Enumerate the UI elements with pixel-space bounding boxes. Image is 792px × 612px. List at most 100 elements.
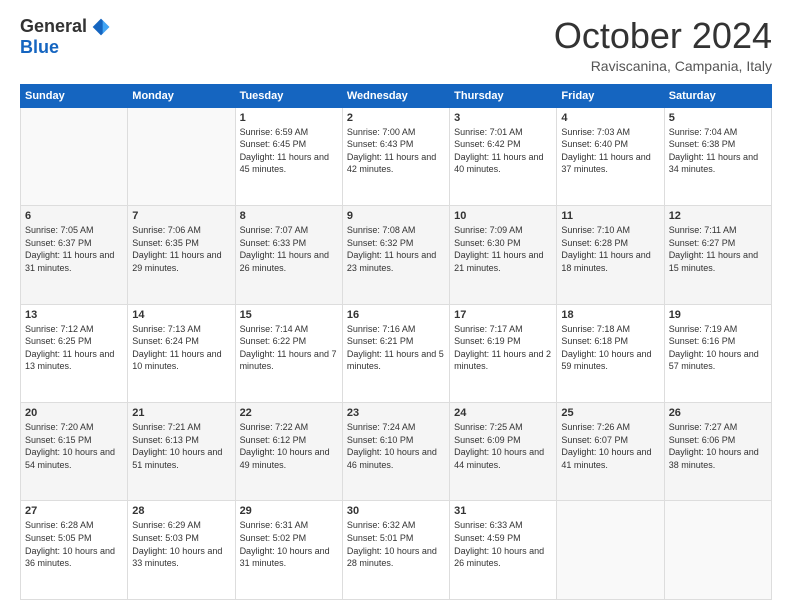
- calendar-cell: [128, 107, 235, 205]
- calendar-cell: 20 Sunrise: 7:20 AM Sunset: 6:15 PM Dayli…: [21, 403, 128, 501]
- day-number: 15: [240, 309, 338, 321]
- calendar-cell: 22 Sunrise: 7:22 AM Sunset: 6:12 PM Dayli…: [235, 403, 342, 501]
- calendar-cell: 10Sunrise: 7:09 AM Sunset: 6:30 PM Dayli…: [450, 206, 557, 304]
- day-number: 9: [347, 210, 445, 222]
- day-info: Sunrise: 7:05 AM Sunset: 6:37 PM Dayligh…: [25, 224, 123, 274]
- calendar-week-row: 27 Sunrise: 6:28 AM Sunset: 5:05 PM Dayli…: [21, 501, 772, 600]
- day-number: 30: [347, 505, 445, 517]
- calendar-week-row: 6 Sunrise: 7:05 AM Sunset: 6:37 PM Daylig…: [21, 206, 772, 304]
- logo: General Blue: [20, 16, 111, 58]
- calendar-cell: 12Sunrise: 7:11 AM Sunset: 6:27 PM Dayli…: [664, 206, 771, 304]
- calendar-week-row: 20 Sunrise: 7:20 AM Sunset: 6:15 PM Dayli…: [21, 403, 772, 501]
- day-info: Sunrise: 7:07 AM Sunset: 6:33 PM Dayligh…: [240, 224, 338, 274]
- calendar-cell: 28 Sunrise: 6:29 AM Sunset: 5:03 PM Dayli…: [128, 501, 235, 600]
- day-number: 8: [240, 210, 338, 222]
- day-number: 24: [454, 407, 552, 419]
- day-info: Sunrise: 6:33 AM Sunset: 4:59 PM Dayligh…: [454, 519, 552, 569]
- calendar-cell: 5Sunrise: 7:04 AM Sunset: 6:38 PM Daylig…: [664, 107, 771, 205]
- day-info: Sunrise: 7:21 AM Sunset: 6:13 PM Dayligh…: [132, 421, 230, 471]
- calendar-day-header: Sunday: [21, 84, 128, 107]
- day-number: 23: [347, 407, 445, 419]
- day-number: 7: [132, 210, 230, 222]
- day-number: 26: [669, 407, 767, 419]
- day-info: Sunrise: 6:28 AM Sunset: 5:05 PM Dayligh…: [25, 519, 123, 569]
- day-number: 2: [347, 112, 445, 124]
- day-number: 18: [561, 309, 659, 321]
- calendar-cell: 16 Sunrise: 7:16 AM Sunset: 6:21 PM Dayli…: [342, 304, 449, 402]
- calendar-day-header: Thursday: [450, 84, 557, 107]
- calendar-day-header: Tuesday: [235, 84, 342, 107]
- day-info: Sunrise: 7:08 AM Sunset: 6:32 PM Dayligh…: [347, 224, 445, 274]
- day-number: 17: [454, 309, 552, 321]
- day-number: 27: [25, 505, 123, 517]
- calendar-cell: 19Sunrise: 7:19 AM Sunset: 6:16 PM Dayli…: [664, 304, 771, 402]
- day-number: 11: [561, 210, 659, 222]
- calendar-cell: 13 Sunrise: 7:12 AM Sunset: 6:25 PM Dayli…: [21, 304, 128, 402]
- header: General Blue October 2024 Raviscanina, C…: [20, 16, 772, 74]
- day-info: Sunrise: 6:29 AM Sunset: 5:03 PM Dayligh…: [132, 519, 230, 569]
- calendar-header-row: SundayMondayTuesdayWednesdayThursdayFrid…: [21, 84, 772, 107]
- calendar-cell: 11 Sunrise: 7:10 AM Sunset: 6:28 PM Dayli…: [557, 206, 664, 304]
- day-info: Sunrise: 7:26 AM Sunset: 6:07 PM Dayligh…: [561, 421, 659, 471]
- day-number: 13: [25, 309, 123, 321]
- day-info: Sunrise: 6:59 AM Sunset: 6:45 PM Dayligh…: [240, 126, 338, 176]
- day-number: 20: [25, 407, 123, 419]
- calendar-cell: 29Sunrise: 6:31 AM Sunset: 5:02 PM Dayli…: [235, 501, 342, 600]
- day-number: 21: [132, 407, 230, 419]
- calendar-cell: [557, 501, 664, 600]
- day-info: Sunrise: 7:25 AM Sunset: 6:09 PM Dayligh…: [454, 421, 552, 471]
- calendar-cell: 31 Sunrise: 6:33 AM Sunset: 4:59 PM Dayli…: [450, 501, 557, 600]
- calendar-cell: 7Sunrise: 7:06 AM Sunset: 6:35 PM Daylig…: [128, 206, 235, 304]
- day-info: Sunrise: 7:16 AM Sunset: 6:21 PM Dayligh…: [347, 323, 445, 373]
- calendar-cell: 27 Sunrise: 6:28 AM Sunset: 5:05 PM Dayli…: [21, 501, 128, 600]
- calendar-cell: 3Sunrise: 7:01 AM Sunset: 6:42 PM Daylig…: [450, 107, 557, 205]
- logo-general-text: General: [20, 16, 87, 37]
- location-subtitle: Raviscanina, Campania, Italy: [554, 58, 772, 74]
- day-info: Sunrise: 7:00 AM Sunset: 6:43 PM Dayligh…: [347, 126, 445, 176]
- day-info: Sunrise: 7:18 AM Sunset: 6:18 PM Dayligh…: [561, 323, 659, 373]
- calendar-cell: 26Sunrise: 7:27 AM Sunset: 6:06 PM Dayli…: [664, 403, 771, 501]
- day-number: 3: [454, 112, 552, 124]
- day-info: Sunrise: 7:20 AM Sunset: 6:15 PM Dayligh…: [25, 421, 123, 471]
- day-info: Sunrise: 7:03 AM Sunset: 6:40 PM Dayligh…: [561, 126, 659, 176]
- page: General Blue October 2024 Raviscanina, C…: [0, 0, 792, 612]
- day-info: Sunrise: 7:13 AM Sunset: 6:24 PM Dayligh…: [132, 323, 230, 373]
- day-info: Sunrise: 7:04 AM Sunset: 6:38 PM Dayligh…: [669, 126, 767, 176]
- day-info: Sunrise: 7:11 AM Sunset: 6:27 PM Dayligh…: [669, 224, 767, 274]
- day-info: Sunrise: 6:32 AM Sunset: 5:01 PM Dayligh…: [347, 519, 445, 569]
- day-info: Sunrise: 7:22 AM Sunset: 6:12 PM Dayligh…: [240, 421, 338, 471]
- title-section: October 2024 Raviscanina, Campania, Ital…: [554, 16, 772, 74]
- day-info: Sunrise: 7:19 AM Sunset: 6:16 PM Dayligh…: [669, 323, 767, 373]
- calendar-cell: 17 Sunrise: 7:17 AM Sunset: 6:19 PM Dayli…: [450, 304, 557, 402]
- day-number: 28: [132, 505, 230, 517]
- calendar-day-header: Friday: [557, 84, 664, 107]
- calendar-cell: 25 Sunrise: 7:26 AM Sunset: 6:07 PM Dayli…: [557, 403, 664, 501]
- logo-blue-text: Blue: [20, 37, 59, 57]
- day-number: 4: [561, 112, 659, 124]
- day-number: 16: [347, 309, 445, 321]
- day-number: 6: [25, 210, 123, 222]
- day-number: 25: [561, 407, 659, 419]
- calendar-day-header: Wednesday: [342, 84, 449, 107]
- calendar-week-row: 13 Sunrise: 7:12 AM Sunset: 6:25 PM Dayli…: [21, 304, 772, 402]
- calendar-day-header: Saturday: [664, 84, 771, 107]
- day-info: Sunrise: 7:12 AM Sunset: 6:25 PM Dayligh…: [25, 323, 123, 373]
- day-info: Sunrise: 7:24 AM Sunset: 6:10 PM Dayligh…: [347, 421, 445, 471]
- day-number: 31: [454, 505, 552, 517]
- day-number: 22: [240, 407, 338, 419]
- day-info: Sunrise: 7:17 AM Sunset: 6:19 PM Dayligh…: [454, 323, 552, 373]
- calendar-cell: 14Sunrise: 7:13 AM Sunset: 6:24 PM Dayli…: [128, 304, 235, 402]
- day-info: Sunrise: 7:10 AM Sunset: 6:28 PM Dayligh…: [561, 224, 659, 274]
- calendar-cell: 18 Sunrise: 7:18 AM Sunset: 6:18 PM Dayli…: [557, 304, 664, 402]
- day-info: Sunrise: 7:14 AM Sunset: 6:22 PM Dayligh…: [240, 323, 338, 373]
- calendar-table: SundayMondayTuesdayWednesdayThursdayFrid…: [20, 84, 772, 600]
- calendar-cell: 23 Sunrise: 7:24 AM Sunset: 6:10 PM Dayli…: [342, 403, 449, 501]
- calendar-cell: 4 Sunrise: 7:03 AM Sunset: 6:40 PM Daylig…: [557, 107, 664, 205]
- calendar-cell: 30 Sunrise: 6:32 AM Sunset: 5:01 PM Dayli…: [342, 501, 449, 600]
- calendar-cell: 2 Sunrise: 7:00 AM Sunset: 6:43 PM Daylig…: [342, 107, 449, 205]
- day-number: 29: [240, 505, 338, 517]
- calendar-cell: 21 Sunrise: 7:21 AM Sunset: 6:13 PM Dayli…: [128, 403, 235, 501]
- calendar-cell: [21, 107, 128, 205]
- day-number: 10: [454, 210, 552, 222]
- calendar-cell: 24 Sunrise: 7:25 AM Sunset: 6:09 PM Dayli…: [450, 403, 557, 501]
